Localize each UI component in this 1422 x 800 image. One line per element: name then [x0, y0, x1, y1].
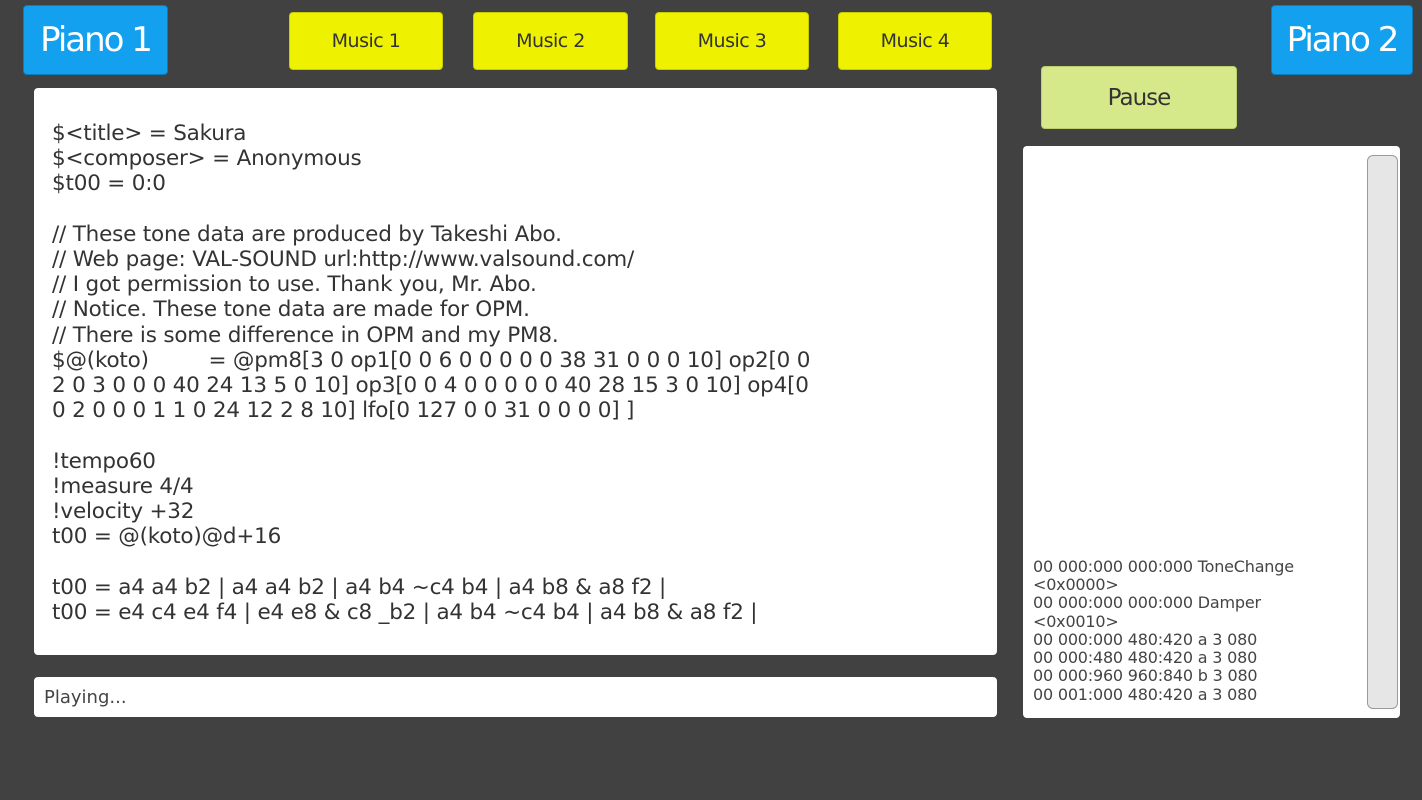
event-log-panel[interactable]: 00 000:000 000:000 ToneChange <0x0000> 0… [1023, 146, 1400, 718]
status-field: Playing... [34, 677, 997, 717]
piano-1-button[interactable]: Piano 1 [23, 5, 168, 75]
status-text: Playing... [44, 686, 127, 708]
score-text-area[interactable]: $<title> = Sakura $<composer> = Anonymou… [34, 88, 997, 655]
event-log-text: 00 000:000 000:000 ToneChange <0x0000> 0… [1033, 557, 1294, 704]
music-4-button[interactable]: Music 4 [838, 12, 992, 70]
music-2-button[interactable]: Music 2 [473, 12, 628, 70]
music-3-button[interactable]: Music 3 [655, 12, 809, 70]
log-scrollbar[interactable] [1367, 155, 1398, 709]
pause-button[interactable]: Pause [1041, 66, 1237, 129]
piano-2-button[interactable]: Piano 2 [1271, 5, 1413, 75]
music-1-button[interactable]: Music 1 [289, 12, 443, 70]
